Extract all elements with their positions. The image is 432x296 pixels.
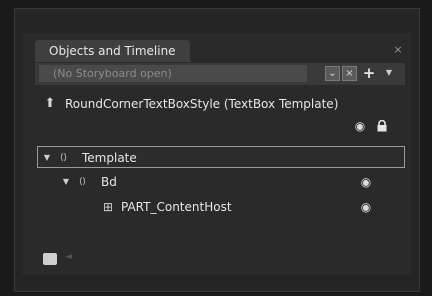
scope-lock-icon[interactable] [376, 120, 388, 132]
scrollviewer-icon: ⊞ [103, 200, 114, 214]
pin-storyboard-icon[interactable]: ⌄ [325, 66, 340, 81]
new-storyboard-button[interactable]: + [361, 64, 377, 82]
visibility-eye-icon[interactable]: ◉ [359, 200, 373, 214]
storyboard-menu-chevron-icon[interactable]: ▼ [381, 64, 397, 82]
scope-row: ⬆ RoundCornerTextBoxStyle (TextBox Templ… [35, 94, 405, 114]
panel-title: Objects and Timeline [49, 44, 176, 58]
element-icon: ⟨⟩ [79, 177, 87, 187]
storyboard-picker[interactable]: (No Storyboard open) [39, 65, 307, 82]
scroll-left-arrow-icon[interactable]: ◄ [65, 252, 72, 262]
close-panel-icon[interactable]: × [391, 43, 405, 57]
scope-visibility-eye-icon[interactable]: ◉ [353, 119, 367, 133]
tree-row-label: Bd [101, 175, 117, 189]
panel-tab[interactable]: Objects and Timeline [35, 40, 190, 62]
tree-row-bd[interactable]: ▼ ⟨⟩ Bd ◉ [37, 171, 405, 193]
storyboard-toolbar: (No Storyboard open) ⌄ × + ▼ [35, 63, 405, 85]
close-storyboard-icon[interactable]: × [342, 66, 357, 81]
tree-row-label: Template [82, 151, 137, 165]
tree-row-part-contenthost[interactable]: ⊞ PART_ContentHost ◉ [37, 196, 405, 218]
scope-label: RoundCornerTextBoxStyle (TextBox Templat… [65, 97, 339, 111]
visibility-eye-icon[interactable]: ◉ [359, 175, 373, 189]
timeline-toggle-icon[interactable] [43, 253, 57, 265]
element-icon: ⟨⟩ [60, 153, 68, 163]
tree-row-label: PART_ContentHost [121, 200, 232, 214]
expand-chevron-icon[interactable]: ▼ [61, 171, 71, 193]
bottom-toolbar: ◄ [35, 250, 405, 270]
panel-titlebar: Objects and Timeline × [35, 40, 405, 62]
scope-up-icon[interactable]: ⬆ [43, 94, 57, 114]
tree-row-template[interactable]: ▼ ⟨⟩ Template [37, 146, 405, 168]
expand-chevron-icon[interactable]: ▼ [42, 147, 52, 169]
